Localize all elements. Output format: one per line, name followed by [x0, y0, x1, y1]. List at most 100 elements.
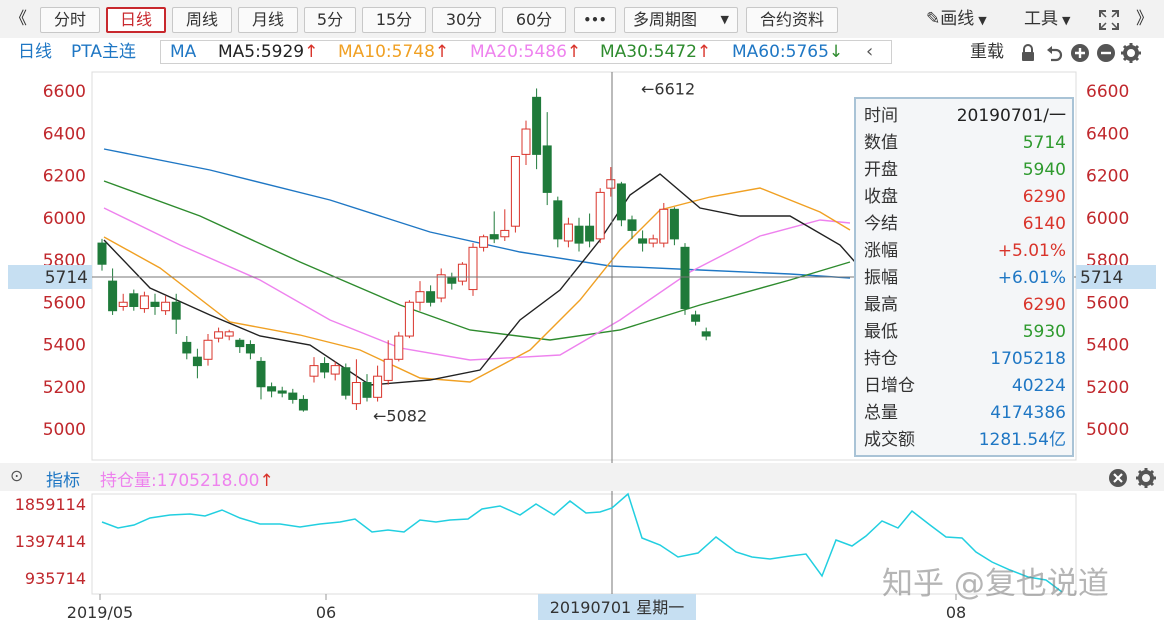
- candle-body: [606, 179, 616, 189]
- data-tooltip-panel: 时间 20190701/一 数值 5714 开盘 5940 收盘 6290 今结 6140…: [854, 97, 1074, 457]
- caret-down-icon: ▼: [978, 14, 987, 27]
- collapse-right-button[interactable]: 》: [1136, 7, 1153, 33]
- tab-weekly[interactable]: 周线: [172, 7, 232, 33]
- info-row-change: 涨幅 +5.01%: [864, 241, 1066, 261]
- candle-body: [341, 367, 351, 396]
- price-tick-label: 6400: [1086, 124, 1129, 144]
- candle-body: [182, 341, 192, 354]
- candle-body: [436, 274, 446, 299]
- time-axis: 2019/05 06 08 20190701 星期一: [67, 594, 966, 622]
- dropdown-icon[interactable]: ⊙: [10, 466, 23, 485]
- collapse-left-button[interactable]: 《: [10, 7, 27, 33]
- candle-body: [267, 386, 277, 392]
- tab-15min[interactable]: 15分: [362, 7, 426, 33]
- candle-body: [277, 390, 287, 394]
- crosshair-price-right: 5714: [1080, 268, 1123, 288]
- time-tick-label: 2019/05: [67, 603, 133, 622]
- high-marker-label: ←6612: [641, 79, 695, 98]
- watermark: 知乎 @复也说道: [882, 566, 1109, 602]
- symbol-label[interactable]: PTA主连: [71, 41, 136, 63]
- price-axis-right: 660064006200600058005600540052005000: [1086, 82, 1129, 440]
- candle-body: [330, 365, 340, 375]
- price-tick-label: 6000: [1086, 209, 1129, 229]
- info-row-open: 开盘 5940: [864, 160, 1066, 180]
- time-tick-label: 06: [316, 603, 336, 622]
- candle-body: [129, 293, 139, 307]
- candle-body: [701, 331, 711, 337]
- reload-button[interactable]: 重载: [970, 41, 1004, 63]
- candle-body: [97, 242, 107, 265]
- zoom-out-icon[interactable]: [1096, 43, 1116, 63]
- more-button[interactable]: •••: [574, 7, 616, 33]
- candle-body: [638, 238, 648, 244]
- candle-body: [118, 301, 128, 307]
- candle-body: [192, 356, 202, 367]
- candle-body: [108, 280, 118, 312]
- oi-tick-label: 935714: [25, 569, 86, 588]
- candle-body: [214, 331, 224, 339]
- tab-30min[interactable]: 30分: [432, 7, 496, 33]
- price-tick-label: 6600: [1086, 82, 1129, 102]
- tab-intraday[interactable]: 分时: [40, 7, 100, 33]
- tab-5min[interactable]: 5分: [304, 7, 356, 33]
- candle-body: [553, 200, 563, 240]
- price-tick-label: 6200: [43, 167, 86, 187]
- low-marker-label: ←5082: [373, 407, 427, 426]
- candle-body: [245, 344, 255, 354]
- gear-icon[interactable]: [1135, 467, 1157, 489]
- candle-body: [521, 128, 531, 155]
- candle-body: [383, 358, 393, 381]
- info-row-close: 收盘 6290: [864, 187, 1066, 207]
- price-tick-label: 5200: [1086, 378, 1129, 398]
- candle-body: [489, 234, 499, 240]
- tab-daily[interactable]: 日线: [106, 7, 166, 33]
- info-row-turnover: 成交额 1281.54亿: [864, 430, 1066, 450]
- gear-icon[interactable]: [1120, 42, 1142, 64]
- ma-legend-frame: [160, 40, 892, 64]
- fullscreen-icon[interactable]: [1098, 9, 1120, 31]
- tab-monthly[interactable]: 月线: [238, 7, 298, 33]
- candle-body: [648, 238, 658, 244]
- tab-60min[interactable]: 60分: [502, 7, 566, 33]
- candle-body: [298, 398, 308, 411]
- undo-icon[interactable]: [1044, 43, 1064, 63]
- price-tick-label: 6400: [43, 124, 86, 144]
- indicator-header: ⊙ 指标 持仓量:1705218.00↑: [0, 463, 1164, 491]
- contract-info-button[interactable]: 合约资料: [746, 7, 838, 33]
- candle-body: [457, 263, 467, 282]
- lock-icon[interactable]: [1018, 43, 1038, 63]
- zoom-in-icon[interactable]: [1070, 43, 1090, 63]
- candle-body: [574, 225, 584, 244]
- candle-body: [595, 191, 605, 240]
- candle-body: [394, 335, 404, 360]
- info-row-amplitude: 振幅 +6.01%: [864, 268, 1066, 288]
- candle-body: [447, 276, 457, 284]
- caret-down-icon: ▼: [1062, 14, 1071, 27]
- candle-body: [415, 291, 425, 303]
- info-row-open-interest: 持仓 1705218: [864, 349, 1066, 369]
- candle-body: [150, 301, 160, 307]
- price-tick-label: 6000: [43, 209, 86, 229]
- candle-body: [362, 382, 372, 398]
- candle-body: [288, 392, 298, 400]
- candle-body: [256, 360, 266, 388]
- close-icon[interactable]: [1108, 468, 1128, 488]
- crosshair-price-left: 5714: [45, 268, 88, 288]
- tools-menu[interactable]: 工具 ▼: [1024, 7, 1070, 33]
- period-label: 日线: [18, 42, 52, 62]
- time-tick-label: 08: [946, 603, 966, 622]
- candle-body: [563, 223, 573, 242]
- indicator-label[interactable]: 指标: [46, 466, 80, 491]
- price-axis-left: 660064006200600058005600540052005000: [43, 82, 86, 440]
- candle-body: [680, 246, 690, 310]
- candle-body: [532, 96, 542, 155]
- candle-body: [426, 291, 436, 303]
- candle-body: [479, 236, 489, 248]
- info-row-volume: 总量 4174386: [864, 403, 1066, 423]
- draw-line-menu[interactable]: ✎画线 ▼: [926, 7, 987, 33]
- multi-period-dropdown[interactable]: 多周期图 ▼: [624, 7, 738, 33]
- price-tick-label: 5400: [1086, 336, 1129, 356]
- price-tick-label: 6200: [1086, 167, 1129, 187]
- period-toolbar: 《 分时 日线 周线 月线 5分 15分 30分 60分 ••• 多周期图 ▼ …: [0, 0, 1164, 38]
- trading-chart-app: 《 分时 日线 周线 月线 5分 15分 30分 60分 ••• 多周期图 ▼ …: [0, 0, 1164, 626]
